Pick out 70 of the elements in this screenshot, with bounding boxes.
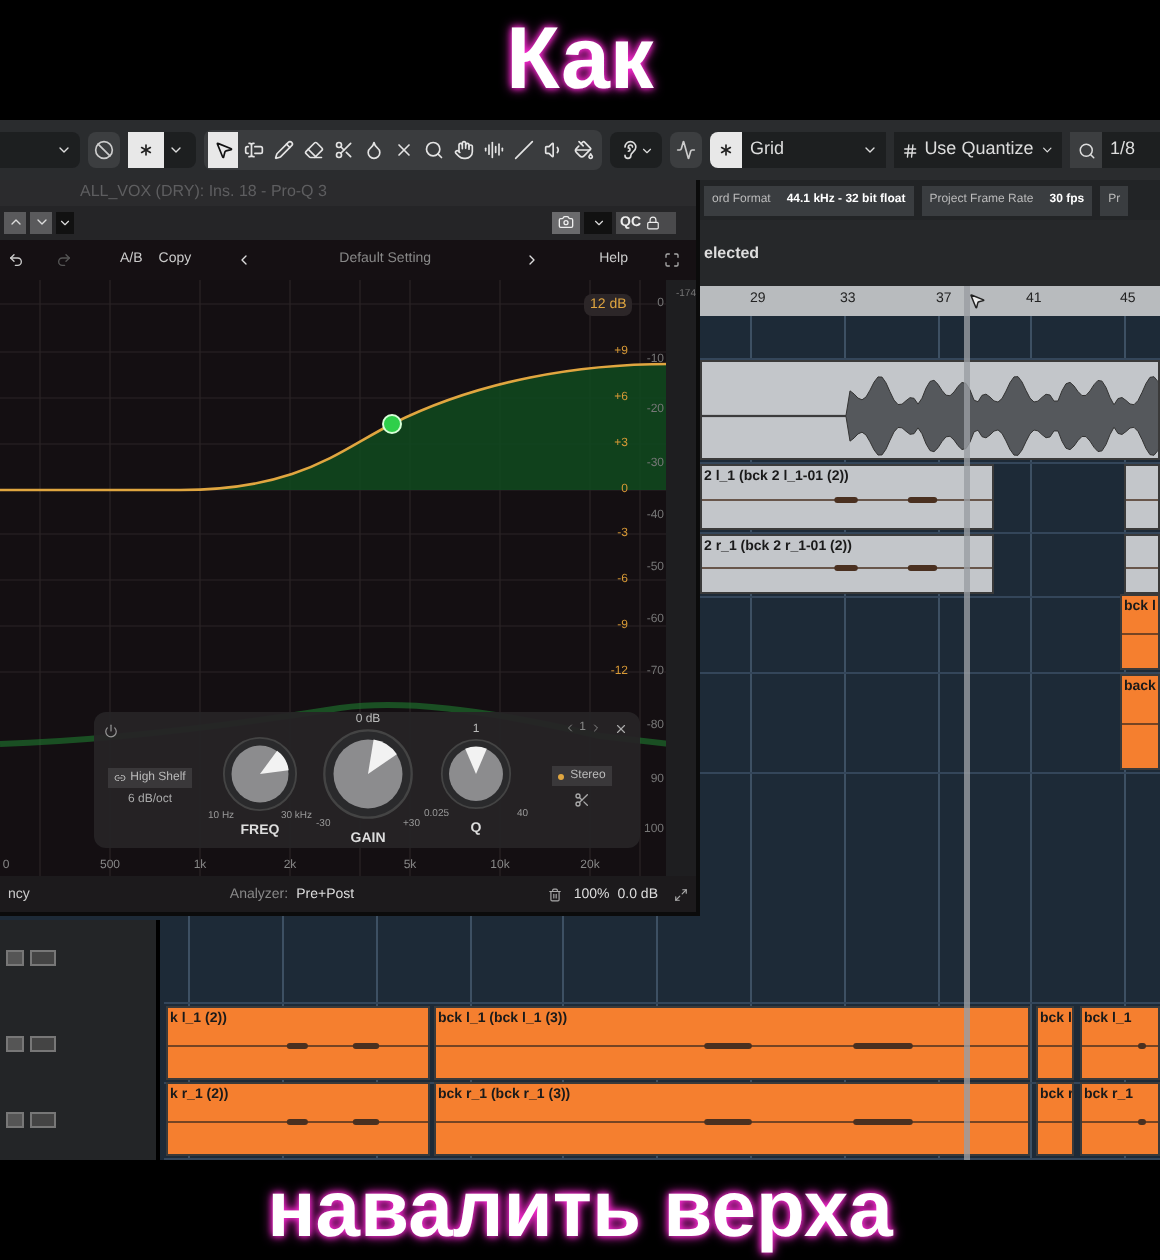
snap-button[interactable] <box>710 132 742 168</box>
eraser-icon <box>303 140 323 160</box>
camera-icon <box>558 214 574 231</box>
tool-button[interactable] <box>208 132 238 168</box>
move-up-button[interactable] <box>4 211 26 234</box>
search-icon <box>1077 141 1095 159</box>
paint-bucket-icon <box>573 140 593 160</box>
undo-button[interactable] <box>8 251 24 268</box>
caret-icon <box>1039 142 1054 158</box>
scissors-icon[interactable] <box>574 792 590 809</box>
caret-icon <box>639 143 653 157</box>
quantize-dropdown[interactable]: Use Quantize <box>894 132 1062 168</box>
move-down-button[interactable] <box>30 211 52 234</box>
snapshot-button[interactable] <box>552 211 580 234</box>
close-icon[interactable] <box>614 721 628 736</box>
redo-icon <box>56 251 72 268</box>
dropdown-button[interactable] <box>584 211 612 234</box>
audio-clip[interactable] <box>1124 534 1160 594</box>
caption-title: Как <box>506 16 654 104</box>
caret-icon <box>591 215 605 230</box>
waveform-drawing <box>1122 628 1158 641</box>
caret-icon <box>862 142 878 158</box>
trash-icon[interactable] <box>547 887 562 902</box>
line-icon <box>513 140 533 160</box>
pencil-icon <box>273 140 293 160</box>
knob[interactable] <box>222 735 298 812</box>
power-icon <box>104 723 118 738</box>
audio-clip[interactable] <box>1124 464 1160 530</box>
circle-slash-icon <box>94 140 114 160</box>
track-settings-button[interactable] <box>30 950 56 966</box>
undo-icon <box>8 251 24 268</box>
fullscreen-button[interactable] <box>663 251 680 268</box>
speaker-icon <box>543 140 563 160</box>
edit-in-place-button[interactable] <box>88 132 120 168</box>
mouse-cursor-icon <box>968 292 986 310</box>
waveform-drawing <box>1038 1115 1072 1128</box>
curve-button[interactable] <box>670 132 702 168</box>
caret-icon <box>56 142 72 158</box>
waveform-drawing <box>1038 1039 1072 1052</box>
range-icon <box>243 140 263 160</box>
knob[interactable] <box>440 737 512 810</box>
scissors-icon <box>333 140 353 160</box>
resize-icon[interactable] <box>674 887 688 902</box>
selection-status: elected <box>704 245 760 261</box>
band-power-button[interactable] <box>104 723 118 738</box>
wave-icon <box>676 140 696 160</box>
waveform-drawing <box>1122 717 1158 730</box>
waveform-drawing <box>1082 1115 1158 1128</box>
fullscreen-icon <box>663 251 680 268</box>
grid-dropdown[interactable]: Grid <box>742 132 886 168</box>
pointer-icon <box>213 140 233 160</box>
zoom-icon <box>423 140 443 160</box>
eq-band-node[interactable] <box>382 413 402 434</box>
waveform-drawing <box>1126 561 1158 574</box>
caret-icon <box>168 142 184 158</box>
hand-icon <box>453 140 473 160</box>
quantize-value-dropdown[interactable]: 1/8 <box>1070 132 1160 168</box>
caption-subtitle: навалить верха <box>267 1170 893 1250</box>
redo-button[interactable] <box>56 251 72 268</box>
caret-icon <box>58 215 72 230</box>
automation-button[interactable] <box>128 132 196 168</box>
listen-dropdown[interactable] <box>610 132 662 168</box>
dropdown-button[interactable] <box>56 211 74 234</box>
hash-icon <box>902 141 919 159</box>
waveform-drawing <box>1126 493 1158 506</box>
lock-icon <box>645 215 659 230</box>
track-monitor-button[interactable] <box>6 950 24 966</box>
waveform-drawing <box>1082 1039 1158 1052</box>
knob[interactable] <box>322 727 414 820</box>
ear-icon <box>619 140 639 160</box>
